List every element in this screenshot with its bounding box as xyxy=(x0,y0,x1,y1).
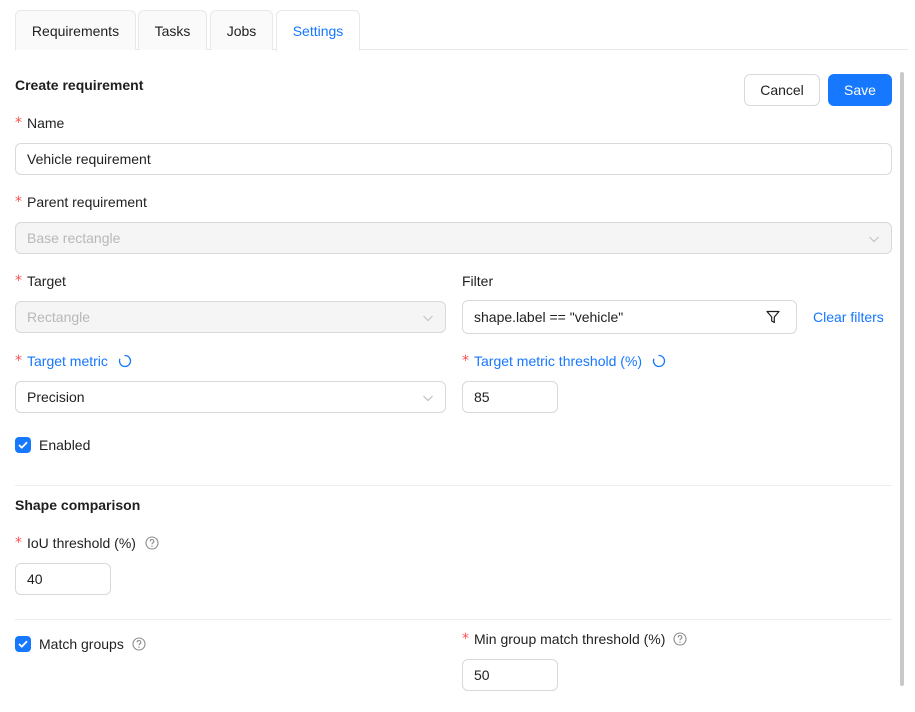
filter-label: Filter xyxy=(462,273,494,289)
check-icon xyxy=(18,640,28,648)
target-metric-threshold-label: * Target metric threshold (%) xyxy=(462,353,666,369)
name-label-text: Name xyxy=(27,115,65,131)
check-icon xyxy=(18,441,28,449)
section-divider xyxy=(15,619,892,620)
filter-input[interactable]: shape.label == "vehicle" xyxy=(462,300,797,334)
target-metric-threshold-label-text: Target metric threshold (%) xyxy=(474,353,643,369)
target-metric-label: * Target metric xyxy=(15,353,132,369)
form-title: Create requirement xyxy=(15,77,144,93)
tab-jobs[interactable]: Jobs xyxy=(210,10,273,50)
enabled-checkbox[interactable] xyxy=(15,437,31,453)
parent-requirement-value: Base rectangle xyxy=(27,230,121,246)
target-select[interactable]: Rectangle xyxy=(15,301,446,333)
clear-filters-link[interactable]: Clear filters xyxy=(813,309,884,325)
tab-tasks[interactable]: Tasks xyxy=(138,10,207,50)
section-divider xyxy=(15,485,892,486)
target-metric-select[interactable]: Precision xyxy=(15,381,446,413)
min-group-threshold-label-text: Min group match threshold (%) xyxy=(474,631,666,647)
required-mark: * xyxy=(462,353,469,369)
match-groups-checkbox[interactable] xyxy=(15,636,31,652)
tab-bar: Requirements Tasks Jobs Settings xyxy=(15,10,908,51)
min-group-threshold-label: * Min group match threshold (%) xyxy=(462,631,687,647)
tab-requirements[interactable]: Requirements xyxy=(15,10,136,50)
match-groups-label-text: Match groups xyxy=(39,636,124,652)
parent-requirement-select[interactable]: Base rectangle xyxy=(15,222,892,254)
min-group-threshold-value: 50 xyxy=(474,667,490,683)
question-circle-icon[interactable] xyxy=(132,637,146,651)
target-value: Rectangle xyxy=(27,309,91,325)
save-button[interactable]: Save xyxy=(828,74,892,106)
filter-value: shape.label == "vehicle" xyxy=(474,309,624,325)
loading-icon xyxy=(118,354,132,368)
shape-comparison-title: Shape comparison xyxy=(15,497,141,513)
cancel-button[interactable]: Cancel xyxy=(744,74,820,106)
vertical-scrollbar[interactable] xyxy=(900,72,904,686)
question-circle-icon[interactable] xyxy=(673,632,687,646)
required-mark: * xyxy=(15,115,22,131)
required-mark: * xyxy=(15,353,22,369)
tab-settings[interactable]: Settings xyxy=(276,10,360,51)
min-group-threshold-input[interactable]: 50 xyxy=(462,659,558,691)
target-metric-threshold-value: 85 xyxy=(474,389,490,405)
target-metric-value: Precision xyxy=(27,389,85,405)
chevron-down-icon xyxy=(869,236,879,243)
iou-threshold-label-text: IoU threshold (%) xyxy=(27,535,136,551)
required-mark: * xyxy=(15,273,22,289)
target-label-text: Target xyxy=(27,273,66,289)
filter-funnel-icon[interactable] xyxy=(766,310,780,324)
name-input-value: Vehicle requirement xyxy=(27,151,151,167)
target-label: * Target xyxy=(15,273,66,289)
required-mark: * xyxy=(15,535,22,551)
name-label: * Name xyxy=(15,115,64,131)
parent-requirement-label: * Parent requirement xyxy=(15,194,147,210)
enabled-label: Enabled xyxy=(39,437,91,453)
loading-icon xyxy=(652,354,666,368)
target-metric-label-text: Target metric xyxy=(27,353,108,369)
name-input[interactable]: Vehicle requirement xyxy=(15,143,892,175)
chevron-down-icon xyxy=(423,395,433,402)
iou-threshold-value: 40 xyxy=(27,571,43,587)
match-groups-label: Match groups xyxy=(39,636,146,652)
iou-threshold-label: * IoU threshold (%) xyxy=(15,535,159,551)
parent-requirement-label-text: Parent requirement xyxy=(27,194,147,210)
iou-threshold-input[interactable]: 40 xyxy=(15,563,111,595)
target-metric-threshold-input[interactable]: 85 xyxy=(462,381,558,413)
required-mark: * xyxy=(462,631,469,647)
chevron-down-icon xyxy=(423,315,433,322)
question-circle-icon[interactable] xyxy=(145,536,159,550)
required-mark: * xyxy=(15,194,22,210)
